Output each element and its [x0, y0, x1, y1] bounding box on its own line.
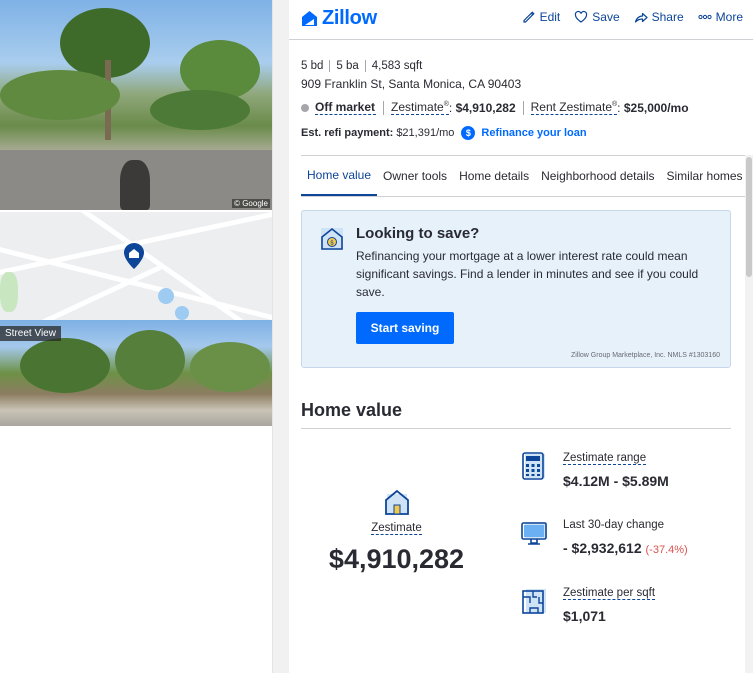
- price-per-sqft-stat: Zestimate per sqft $1,071: [519, 583, 656, 624]
- brand-name: Zillow: [322, 7, 377, 29]
- price-per-sqft-label[interactable]: Zestimate per sqft: [563, 587, 656, 600]
- listing-actions: Edit Save Share More: [522, 10, 743, 24]
- colon: :: [617, 100, 624, 115]
- heart-icon: [575, 10, 588, 23]
- listing-panel: Zillow Edit Save Share More 5 bd 5 ba 4,…: [289, 0, 753, 673]
- divider: [522, 100, 524, 115]
- beds-count: 5 bd: [301, 60, 324, 72]
- save-button[interactable]: Save: [574, 10, 620, 24]
- zestimate-range-value: $4.12M - $5.89M: [563, 473, 669, 489]
- tab-home-value[interactable]: Home value: [301, 156, 378, 196]
- tab-neighborhood-details[interactable]: Neighborhood details: [535, 156, 660, 196]
- refinance-link[interactable]: Refinance your loan: [481, 127, 586, 139]
- thirty-day-change-label: Last 30-day change: [563, 519, 665, 531]
- tabs-row: Home value Owner tools Home details Neighbo…: [301, 156, 753, 196]
- zestimate-big-value-text: $4,910,282: [328, 544, 465, 574]
- rent-zestimate-label-text: Rent Zestimate: [530, 100, 612, 114]
- zillow-logo-icon: [302, 11, 317, 26]
- refi-value: $21,391/mo: [396, 127, 455, 139]
- house-icon: [384, 489, 409, 515]
- photo-credit: © Google: [232, 199, 270, 208]
- panel-scrollbar[interactable]: [745, 155, 753, 673]
- park-area: [0, 272, 18, 312]
- share-label: Share: [651, 10, 684, 24]
- palm-tree: [20, 338, 110, 393]
- zestimate-summary: Zestimate $4,910,282: [289, 488, 504, 575]
- pencil-icon: [522, 11, 535, 23]
- monitor-chart-icon: [521, 522, 547, 545]
- location-map[interactable]: [0, 212, 272, 320]
- property-address: 909 Franklin St, Santa Monica, CA 90403: [301, 77, 522, 91]
- svg-text:$: $: [330, 240, 334, 247]
- photo-gallery: © Google Street View: [0, 0, 272, 673]
- hedge: [0, 70, 120, 120]
- floorplan-icon: [522, 589, 546, 614]
- palm-tree: [115, 330, 185, 390]
- baths-count: 5 ba: [329, 60, 364, 72]
- piggy-house-icon: $: [321, 227, 343, 250]
- refi-row: Est. refi payment: $21,391/mo $ Refinanc…: [301, 126, 587, 140]
- scrollbar-thumb[interactable]: [746, 157, 752, 277]
- detail-tabs: Home value Owner tools Home details Neighbo…: [301, 155, 753, 197]
- zestimate-range-stat: Zestimate range $4.12M - $5.89M: [519, 448, 669, 489]
- colon: :: [448, 100, 456, 115]
- edit-label: Edit: [539, 10, 561, 24]
- price-per-sqft-value: $1,071: [563, 608, 606, 624]
- street-photo-main[interactable]: © Google: [0, 0, 272, 210]
- home-facts: 5 bd 5 ba 4,583 sqft: [301, 60, 428, 72]
- zillow-logo[interactable]: Zillow: [301, 7, 377, 30]
- divider: [301, 428, 731, 429]
- status-row: Off market Zestimate® : $4,910,282 Rent …: [301, 100, 689, 115]
- divider: [383, 100, 385, 115]
- thirty-day-change-stat: Last 30-day change - $2,932,612 (-37.4%): [519, 515, 688, 556]
- status-off-market[interactable]: Off market: [315, 100, 377, 115]
- share-button[interactable]: Share: [634, 10, 684, 24]
- map-marker: [158, 288, 174, 304]
- more-dots-icon: [698, 14, 712, 20]
- more-button[interactable]: More: [698, 10, 743, 24]
- calculator-icon: [522, 452, 545, 480]
- map-marker: [175, 306, 189, 320]
- dollar-icon: $: [461, 126, 476, 140]
- hedge: [190, 342, 270, 392]
- zestimate-label-text: Zestimate: [391, 100, 444, 114]
- zestimate-label[interactable]: Zestimate: [371, 522, 422, 535]
- home-value-heading: Home value: [301, 400, 403, 420]
- rent-zestimate-label[interactable]: Rent Zestimate®: [530, 100, 618, 115]
- tab-owner-tools[interactable]: Owner tools: [377, 156, 453, 196]
- rent-zestimate-value: $25,000/mo: [623, 100, 689, 115]
- promo-title: Looking to save?: [356, 225, 480, 242]
- zestimate-range-label[interactable]: Zestimate range: [563, 452, 647, 465]
- zestimate-value: $4,910,282: [455, 100, 516, 115]
- more-label: More: [715, 10, 743, 24]
- street-view-label[interactable]: Street View: [0, 326, 61, 341]
- camera-shadow: [120, 160, 150, 210]
- refi-label: Est. refi payment:: [301, 127, 394, 139]
- sqft-value: 4,583 sqft: [364, 60, 429, 72]
- hedge: [150, 90, 250, 130]
- start-saving-button[interactable]: Start saving: [356, 312, 454, 344]
- refinance-promo-card: $ Looking to save? Refinancing your mort…: [301, 210, 731, 368]
- listing-header: Zillow Edit Save Share More: [289, 0, 753, 40]
- nmls-disclaimer: Zillow Group Marketplace, Inc. NMLS #130…: [570, 352, 720, 359]
- left-scrollbar[interactable]: [272, 0, 289, 673]
- save-label: Save: [592, 10, 620, 24]
- status-dot-icon: [301, 103, 309, 112]
- zestimate-label[interactable]: Zestimate®: [391, 100, 449, 115]
- share-icon: [634, 12, 648, 23]
- home-pin-icon[interactable]: [124, 243, 144, 274]
- promo-body: Refinancing your mortgage at a lower int…: [356, 249, 699, 299]
- thirty-day-change-value: - $2,932,612 (-37.4%): [563, 540, 688, 556]
- change-amount: - $2,932,612: [563, 540, 642, 556]
- edit-button[interactable]: Edit: [522, 10, 561, 24]
- zestimate-big-value: $4,910,282: [325, 544, 468, 575]
- tab-similar-homes[interactable]: Similar homes: [661, 156, 749, 196]
- change-percent: (-37.4%): [645, 544, 688, 556]
- tab-home-details[interactable]: Home details: [453, 156, 535, 196]
